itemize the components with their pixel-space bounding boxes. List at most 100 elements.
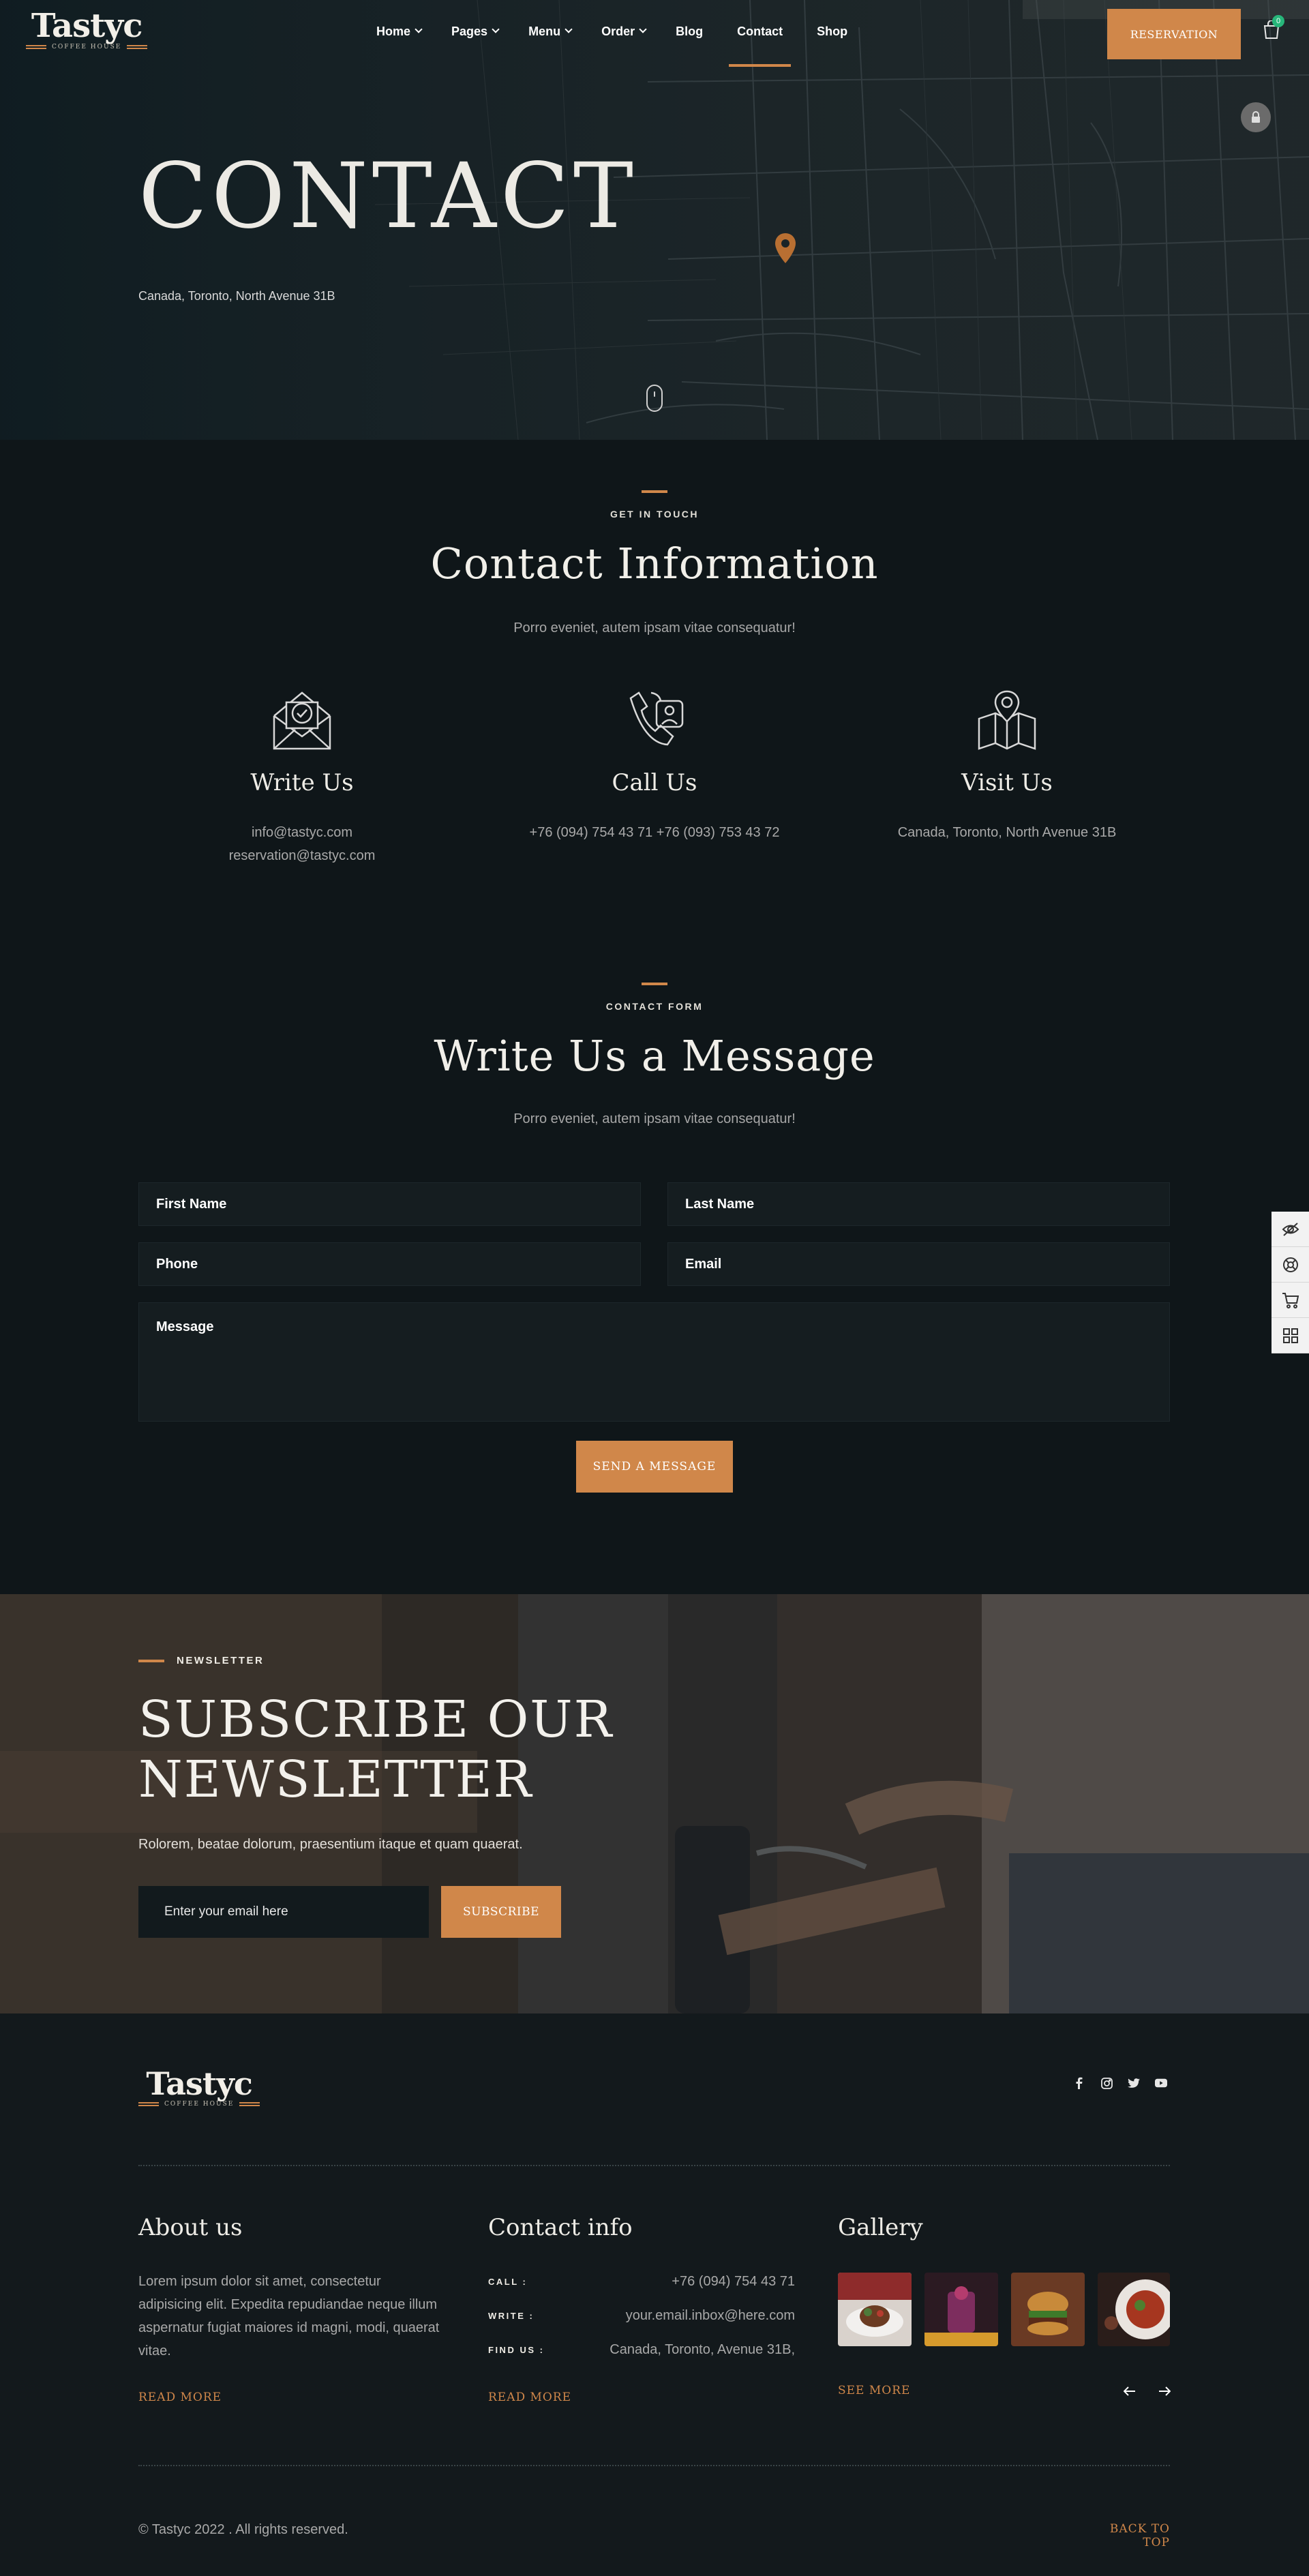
footer-divider <box>138 2165 1170 2166</box>
cart-icon[interactable] <box>1272 1283 1309 1318</box>
footer-logo[interactable]: Tastyc COFFEE HOUSE <box>138 2068 260 2108</box>
menu-item-label: Contact <box>737 25 783 38</box>
first-name-field[interactable]: First Name <box>138 1182 641 1226</box>
logo-tagline: COFFEE HOUSE <box>52 44 122 50</box>
newsletter-title: SUBSCRIBE OUR NEWSLETTER <box>138 1690 684 1810</box>
contact-row-find: FIND US : Canada, Toronto, Avenue 31B, <box>488 2339 795 2360</box>
menu-item-label: Order <box>601 25 635 38</box>
contact-row-label: FIND US : <box>488 2344 545 2355</box>
menu-item-label: Home <box>376 25 411 38</box>
write-us-heading: Write Us <box>250 769 354 796</box>
youtube-icon[interactable] <box>1155 2077 1167 2089</box>
about-text: Lorem ipsum dolor sit amet, consectetur … <box>138 2274 440 2358</box>
last-name-field[interactable]: Last Name <box>667 1182 1170 1226</box>
menu-item-contact[interactable]: Contact <box>729 25 792 67</box>
gallery-thumbnail[interactable] <box>1098 2273 1170 2346</box>
back-to-top-link[interactable]: BACK TO TOP <box>1091 2522 1170 2549</box>
about-read-more-link[interactable]: READ MORE <box>138 2391 222 2404</box>
phone-contact-icon <box>629 691 684 746</box>
map-pin-icon <box>978 690 1036 750</box>
section-title: Write Us a Message <box>434 1031 875 1081</box>
contact-row-value[interactable]: +76 (094) 754 43 71 <box>672 2274 795 2290</box>
reservation-button[interactable]: RESERVATION <box>1107 9 1241 59</box>
visit-address: Canada, Toronto, North Avenue 31B <box>897 825 1117 840</box>
section-title: Contact Information <box>430 539 879 588</box>
message-textarea[interactable]: Message <box>138 1302 1170 1422</box>
menu-item-home[interactable]: Home <box>376 25 423 65</box>
contact-row-label: WRITE : <box>488 2310 535 2321</box>
twitter-icon[interactable] <box>1128 2077 1140 2089</box>
phone-numbers[interactable]: +76 (094) 754 43 71 +76 (093) 753 43 72 <box>494 821 815 844</box>
envelope-check-icon <box>273 691 331 750</box>
contact-info-heading: Contact info <box>488 2214 633 2241</box>
section-eyebrow: GET IN TOUCH <box>610 509 699 520</box>
email-reservation[interactable]: reservation@tastyc.com <box>229 848 376 863</box>
arrow-left-icon[interactable] <box>1122 2383 1138 2399</box>
menu-item-order[interactable]: Order <box>601 25 647 65</box>
side-toolbar <box>1272 1212 1309 1353</box>
gallery-heading: Gallery <box>838 2214 923 2241</box>
page-title: CONTACT <box>138 144 637 249</box>
email-info[interactable]: info@tastyc.com <box>252 825 352 840</box>
menu-item-label: Shop <box>817 25 848 38</box>
arrow-right-icon[interactable] <box>1156 2383 1173 2399</box>
copyright-text: © Tastyc 2022 . All rights reserved. <box>138 2522 348 2537</box>
eye-off-icon[interactable] <box>1272 1212 1309 1247</box>
chevron-down-icon <box>492 25 500 33</box>
footer-divider <box>138 2465 1170 2466</box>
gallery-thumbnail[interactable] <box>838 2273 912 2346</box>
cart-icon[interactable]: 0 <box>1263 15 1284 40</box>
contact-row-call: CALL : +76 (094) 754 43 71 <box>488 2271 795 2292</box>
chevron-down-icon <box>639 25 647 33</box>
scroll-down-mouse-icon[interactable] <box>646 385 663 412</box>
grid-icon[interactable] <box>1272 1318 1309 1353</box>
support-icon[interactable] <box>1272 1247 1309 1283</box>
newsletter-title-line2: NEWSLETTER <box>138 1750 533 1809</box>
menu-item-label: Pages <box>451 25 488 38</box>
newsletter-accent-line <box>138 1660 164 1662</box>
facebook-icon[interactable] <box>1073 2077 1085 2089</box>
send-message-button[interactable]: SEND A MESSAGE <box>576 1441 733 1493</box>
hero-address: Canada, Toronto, North Avenue 31B <box>138 289 335 303</box>
instagram-icon[interactable] <box>1100 2077 1113 2089</box>
contact-row-label: CALL : <box>488 2276 528 2287</box>
footer-logo-tagline: COFFEE HOUSE <box>164 2101 235 2108</box>
menu-item-label: Menu <box>528 25 561 38</box>
logo-rule-right <box>239 2102 260 2106</box>
section-subtitle: Porro eveniet, autem ipsam vitae consequ… <box>513 1111 796 1126</box>
menu-item-menu[interactable]: Menu <box>528 25 573 65</box>
phone-field[interactable]: Phone <box>138 1242 641 1286</box>
subscribe-button[interactable]: SUBSCRIBE <box>441 1886 561 1938</box>
about-heading: About us <box>138 2214 243 2241</box>
contact-row-value: Canada, Toronto, Avenue 31B, <box>610 2341 795 2357</box>
contact-read-more-link[interactable]: READ MORE <box>488 2391 571 2404</box>
chevron-down-icon <box>565 25 573 33</box>
logo-tagline-row: COFFEE HOUSE <box>26 44 148 50</box>
logo[interactable]: Tastyc COFFEE HOUSE <box>26 10 148 50</box>
menu-item-pages[interactable]: Pages <box>451 25 500 65</box>
section-accent-line <box>642 490 667 493</box>
section-eyebrow: CONTACT FORM <box>605 1001 704 1012</box>
menu-item-shop[interactable]: Shop <box>817 25 847 65</box>
gallery-thumbnail[interactable] <box>1011 2273 1085 2346</box>
logo-rule-left <box>138 2102 159 2106</box>
menu-item-label: Blog <box>676 25 704 38</box>
menu-item-blog[interactable]: Blog <box>676 25 703 65</box>
lock-icon[interactable] <box>1241 102 1271 132</box>
top-navigation: Tastyc COFFEE HOUSE Home Pages Menu Orde… <box>0 0 1309 67</box>
section-subtitle: Porro eveniet, autem ipsam vitae consequ… <box>513 620 796 635</box>
write-us-card: Write Us info@tastyc.com reservation@tas… <box>142 689 462 867</box>
call-us-card: Call Us +76 (094) 754 43 71 +76 (093) 75… <box>494 689 815 844</box>
newsletter-email-input[interactable]: Enter your email here <box>138 1886 429 1938</box>
newsletter-section: NEWSLETTER SUBSCRIBE OUR NEWSLETTER Rolo… <box>0 1594 1309 2013</box>
newsletter-eyebrow: NEWSLETTER <box>177 1655 265 1666</box>
email-field[interactable]: Email <box>667 1242 1170 1286</box>
contact-row-value[interactable]: your.email.inbox@here.com <box>626 2308 795 2324</box>
hero-section: CONTACT Canada, Toronto, North Avenue 31… <box>0 0 1309 440</box>
gallery-thumbnail[interactable] <box>924 2273 998 2346</box>
map-pin-icon[interactable] <box>773 232 798 265</box>
gallery-see-more-link[interactable]: SEE MORE <box>838 2384 910 2397</box>
footer-logo-tagline-row: COFFEE HOUSE <box>138 2101 260 2108</box>
logo-rule-left <box>26 45 46 49</box>
footer: Tastyc COFFEE HOUSE About us Lorem ipsum… <box>0 2013 1309 2576</box>
